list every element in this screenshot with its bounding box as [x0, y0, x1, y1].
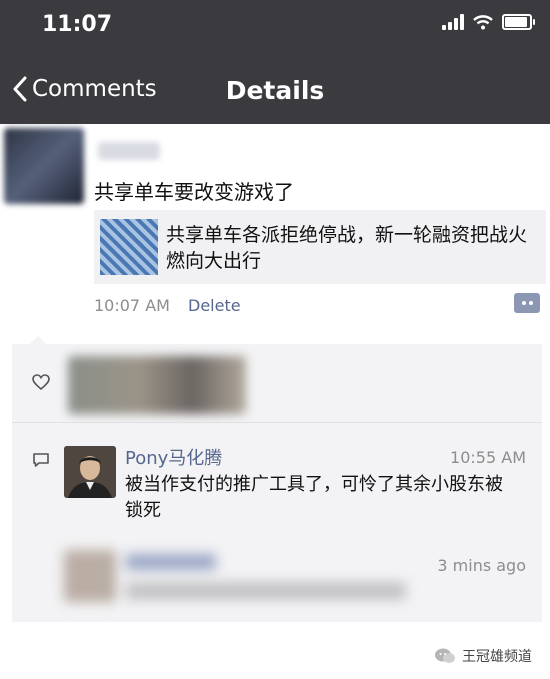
poster-avatar[interactable] — [4, 128, 84, 204]
commenter-name[interactable]: Pony马化腾 — [125, 444, 222, 470]
link-thumbnail — [100, 219, 158, 275]
person-icon — [64, 446, 116, 498]
comment-icon — [33, 453, 49, 467]
liker-avatars[interactable] — [68, 356, 246, 414]
post-text: 共享单车要改变游戏了 — [94, 180, 294, 204]
link-title: 共享单车各派拒绝停战，新一轮融资把战火燃向大出行 — [166, 224, 528, 272]
nav-header: 11:07 Comments Details — [0, 0, 550, 124]
comment-time: 3 mins ago — [437, 556, 526, 575]
watermark: 王冠雄频道 — [434, 646, 532, 666]
commenter-avatar[interactable] — [64, 446, 116, 498]
status-icons — [442, 14, 535, 30]
status-time: 11:07 — [42, 12, 113, 37]
post-time: 10:07 AM — [94, 296, 170, 315]
battery-icon — [502, 14, 535, 30]
wechat-icon — [435, 648, 455, 663]
divider — [12, 422, 542, 423]
more-options-button[interactable] — [514, 293, 540, 313]
signal-icon — [442, 14, 464, 30]
wifi-icon — [473, 14, 493, 29]
link-card[interactable]: 共享单车各派拒绝停战，新一轮融资把战火燃向大出行 — [94, 210, 546, 284]
poster-name[interactable] — [98, 142, 160, 160]
comment-text: 被当作支付的推广工具了，可怜了其余小股东被锁死 — [125, 474, 503, 521]
blurred-comment[interactable] — [64, 546, 414, 606]
comment-time: 10:55 AM — [450, 448, 526, 467]
heart-icon — [32, 374, 50, 390]
page-title: Details — [225, 76, 325, 105]
watermark-text: 王冠雄频道 — [462, 649, 532, 665]
delete-button[interactable]: Delete — [188, 296, 241, 315]
reactions-panel: Pony马化腾 10:55 AM 被当作支付的推广工具了，可怜了其余小股东被锁死… — [12, 336, 542, 622]
